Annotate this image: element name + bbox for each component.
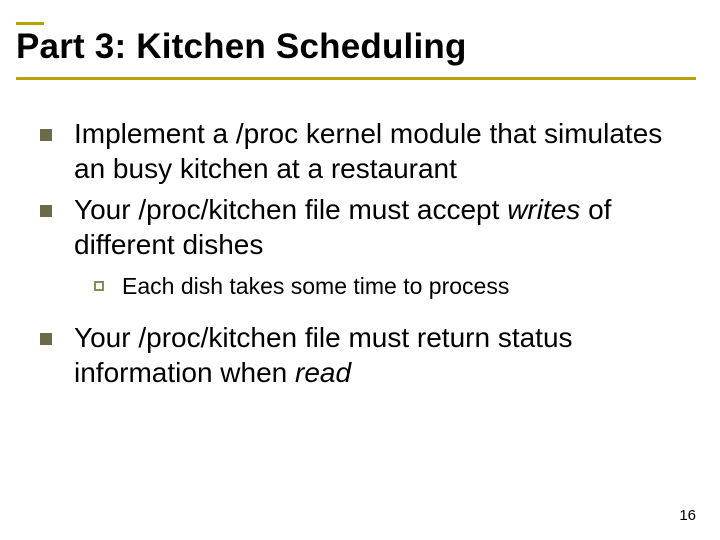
title-accent-top: [16, 22, 44, 25]
square-bullet-icon: [40, 333, 52, 345]
bullet-text-pre: Your /proc/kitchen file must accept: [74, 194, 507, 225]
bullet-item: Your /proc/kitchen file must accept writ…: [40, 192, 696, 262]
bullet-text: Implement a /proc kernel module that sim…: [74, 116, 696, 186]
sub-bullet-item: Each dish takes some time to process: [94, 272, 696, 302]
page-number: 16: [679, 507, 696, 524]
bullet-text-em: read: [295, 357, 351, 388]
bullet-item: Implement a /proc kernel module that sim…: [40, 116, 696, 186]
sub-bullet-text: Each dish takes some time to process: [122, 272, 509, 302]
bullet-text: Your /proc/kitchen file must accept writ…: [74, 192, 696, 262]
slide: Part 3: Kitchen Scheduling Implement a /…: [0, 0, 720, 540]
bullet-text: Your /proc/kitchen file must return stat…: [74, 320, 696, 390]
bullet-item: Your /proc/kitchen file must return stat…: [40, 320, 696, 390]
sub-bullet-list: Each dish takes some time to process: [40, 272, 696, 302]
square-bullet-icon: [40, 129, 52, 141]
slide-content: Implement a /proc kernel module that sim…: [16, 116, 696, 390]
square-bullet-icon: [40, 205, 52, 217]
slide-title: Part 3: Kitchen Scheduling: [16, 27, 696, 80]
bullet-text-em: writes: [507, 194, 580, 225]
square-outline-bullet-icon: [94, 281, 104, 291]
title-block: Part 3: Kitchen Scheduling: [16, 22, 696, 80]
